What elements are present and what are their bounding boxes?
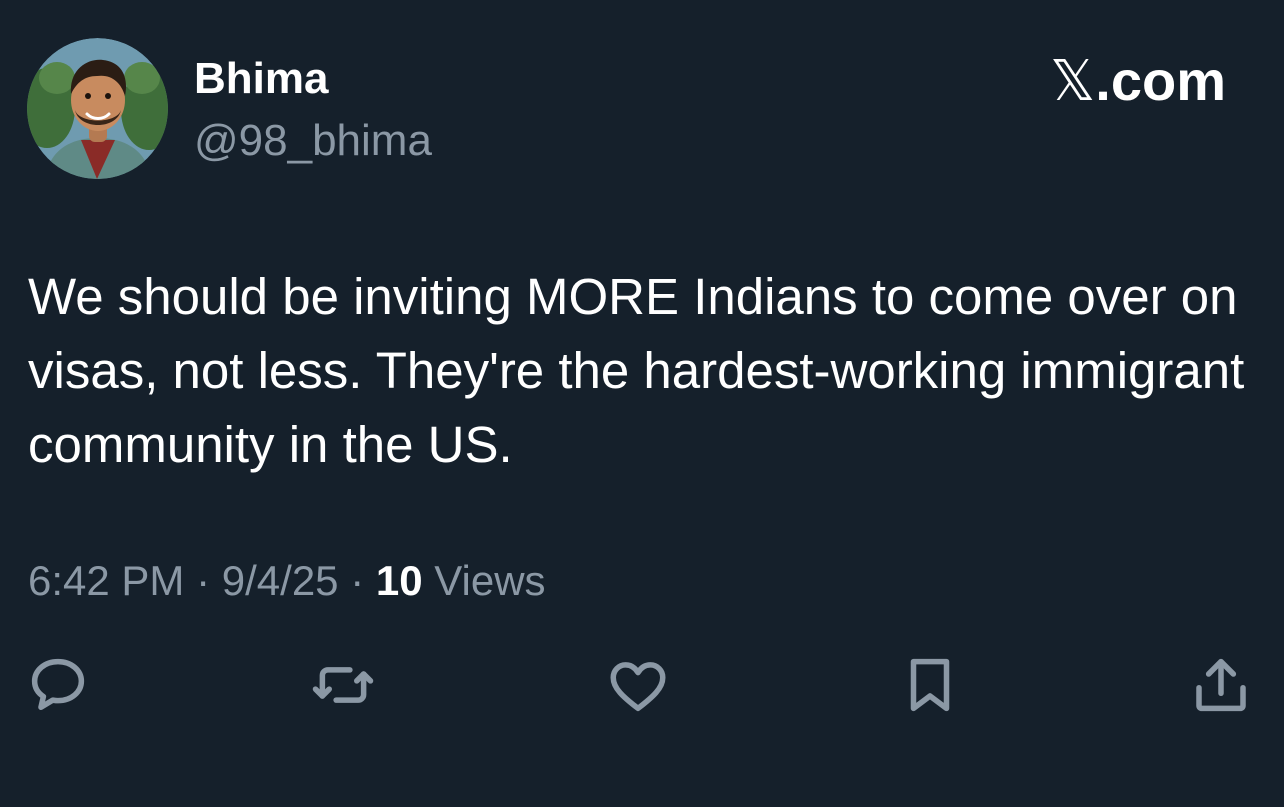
speech-bubble-icon — [31, 658, 85, 711]
repost-arrows-icon — [312, 667, 374, 703]
tweet-card: Bhima @98_bhima 𝕏.com We should be invit… — [0, 0, 1284, 807]
author-display-name[interactable]: Bhima — [194, 52, 328, 106]
views-count: 10 — [375, 557, 423, 604]
share-button[interactable] — [1188, 652, 1254, 718]
tweet-text: We should be inviting MORE Indians to co… — [28, 268, 1245, 473]
x-logo-suffix: .com — [1095, 49, 1226, 112]
meta-separator: · — [196, 557, 211, 604]
avatar-illustration — [27, 38, 168, 179]
bookmark-button[interactable] — [897, 652, 963, 718]
tweet-date[interactable]: 9/4/25 — [222, 557, 339, 604]
avatar[interactable] — [27, 38, 168, 179]
tweet-meta: 6:42 PM · 9/4/25 · 10 Views — [28, 555, 546, 607]
repost-button[interactable] — [310, 652, 376, 718]
heart-icon — [610, 662, 666, 712]
x-logo: 𝕏.com — [1050, 50, 1226, 113]
x-logo-glyph: 𝕏 — [1050, 49, 1096, 114]
like-button[interactable] — [605, 652, 671, 718]
reply-button[interactable] — [25, 652, 91, 718]
bookmark-icon — [910, 658, 950, 712]
tweet-time[interactable]: 6:42 PM — [28, 557, 184, 604]
author-handle[interactable]: @98_bhima — [194, 114, 432, 168]
views-label: Views — [434, 557, 546, 604]
share-upload-icon — [1196, 658, 1246, 712]
meta-separator: · — [350, 557, 365, 604]
